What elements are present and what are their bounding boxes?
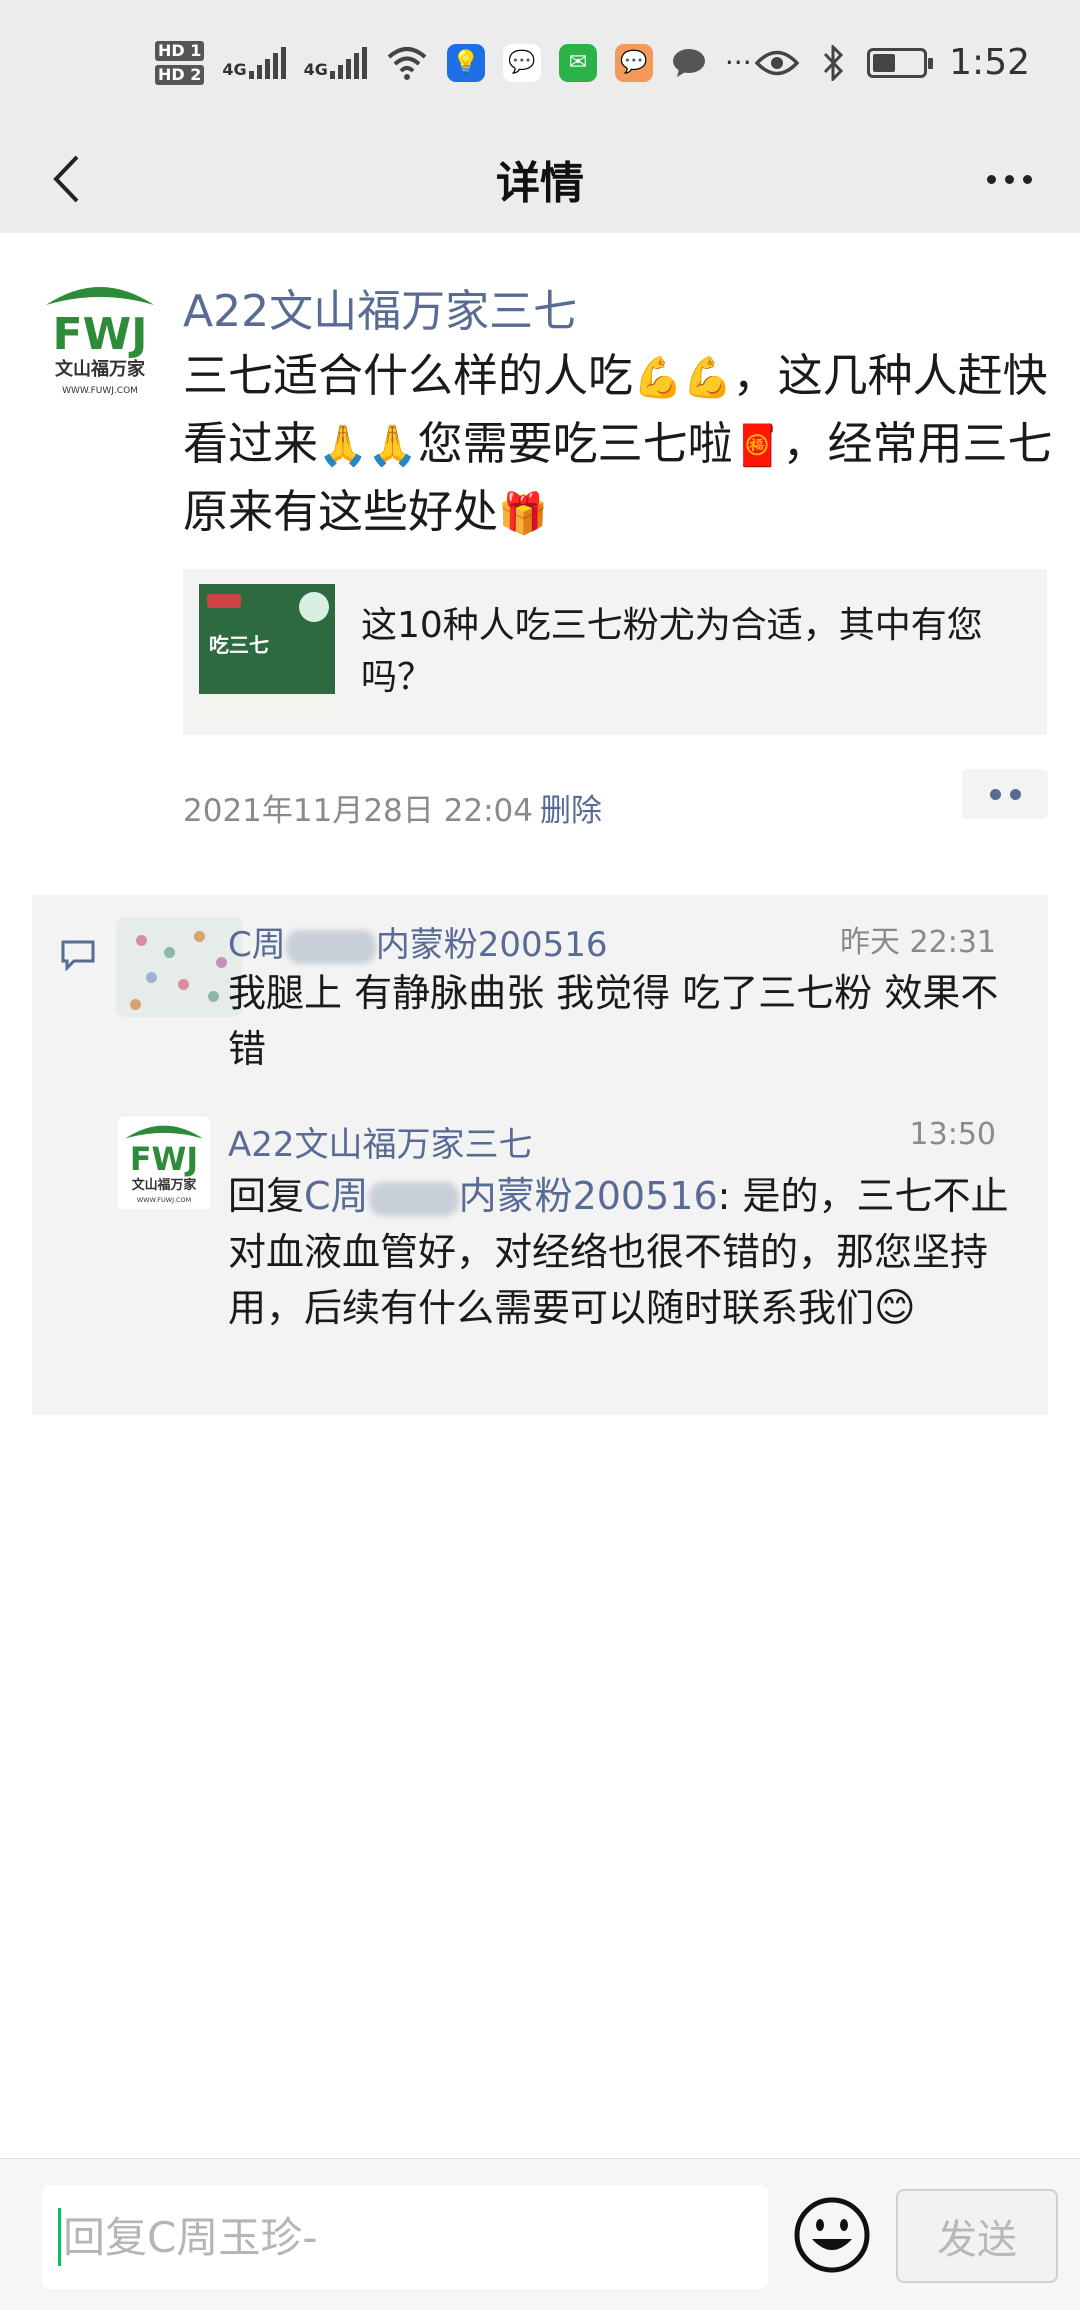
sms-app-icon: 💬 [614, 43, 653, 82]
delete-button[interactable]: 删除 [540, 785, 602, 830]
more-notifications-icon: ··· [724, 46, 752, 79]
svg-text:WWW.FUWJ.COM: WWW.FUWJ.COM [137, 1196, 191, 1204]
status-bar: HD 1 HD 2 4G 4G 💡 💬 ✉ 💬 ··· 1:52 [0, 0, 1080, 125]
eye-icon [755, 50, 800, 75]
emoji-button[interactable] [792, 2195, 872, 2275]
post-content: 三七适合什么样的人吃💪💪，这几种人赶快看过来🙏🙏您需要吃三七啦🧧，经常用三七原来… [183, 343, 1053, 547]
fu-emoji: 🧧 [732, 423, 783, 469]
shared-link-card[interactable]: 吃三七 这10种人吃三七粉尤为合适，其中有您吗？ [183, 569, 1047, 735]
status-right: 1:52 [755, 42, 1030, 83]
wifi-icon [387, 46, 427, 80]
redacted-blur [285, 929, 376, 964]
link-title: 这10种人吃三七粉尤为合适，其中有您吗？ [361, 605, 983, 698]
reply-author-name[interactable]: A22文山福万家三七 [228, 1117, 533, 1166]
reply-time: 13:50 [909, 1117, 996, 1152]
comment-icon [61, 940, 95, 971]
page-title: 详情 [496, 158, 584, 209]
reply-target[interactable]: C周 内蒙粉200516 [304, 1174, 718, 1218]
comment-time: 昨天 22:31 [840, 925, 996, 960]
pray-emoji: 🙏🙏 [318, 423, 418, 469]
svg-text:文山福万家: 文山福万家 [55, 358, 146, 380]
post-text-3: 您需要吃三七啦 [417, 417, 733, 470]
reply-text[interactable]: 回复C周 内蒙粉200516: 是的，三七不止对血液血管好，对经络也很不错的，那您… [228, 1168, 1028, 1336]
send-button[interactable]: 发送 [896, 2189, 1058, 2283]
post-timestamp: 2021年11月28日 22:04 [183, 793, 533, 829]
comment-like-toggle[interactable] [962, 769, 1048, 819]
svg-text:WWW.FUWJ.COM: WWW.FUWJ.COM [62, 386, 138, 396]
status-time: 1:52 [949, 42, 1030, 83]
signal-1-icon: 4G [222, 46, 286, 79]
reply-input-bar: 发送 [0, 2158, 1080, 2310]
chat-app-icon: 💬 [502, 43, 541, 82]
fwj-logo-icon: FWJ 文山福万家 WWW.FUWJ.COM [46, 287, 154, 396]
commenter-avatar[interactable] [116, 917, 242, 1017]
status-left: HD 1 HD 2 4G 4G 💡 💬 ✉ 💬 ··· [155, 39, 752, 87]
message-app-icon: ✉ [558, 43, 597, 82]
signal-2-icon: 4G [304, 46, 367, 79]
text-caret [58, 2208, 61, 2266]
bluetooth-icon [824, 44, 844, 81]
link-thumbnail: 吃三七 [199, 584, 335, 720]
svg-text:FWJ: FWJ [53, 309, 148, 360]
hd1-label: HD 1 [155, 40, 205, 61]
post-author-name[interactable]: A22文山福万家三七 [183, 275, 577, 339]
post-author-avatar[interactable]: FWJ 文山福万家 WWW.FUWJ.COM [36, 275, 164, 403]
post-text-1: 三七适合什么样的人吃 [183, 349, 634, 402]
comment-text[interactable]: 我腿上 有静脉曲张 我觉得 吃了三七粉 效果不错 [228, 965, 1028, 1077]
fwj-logo-icon: FWJ 文山福万家 WWW.FUWJ.COM [125, 1125, 203, 1204]
bubble-icon [672, 48, 705, 77]
svg-text:文山福万家: 文山福万家 [132, 1177, 197, 1193]
reply-author-avatar[interactable]: FWJ 文山福万家 WWW.FUWJ.COM [118, 1117, 210, 1209]
flex-emoji: 💪💪 [633, 355, 733, 401]
smile-emoji: 😊 [874, 1285, 916, 1331]
commenter-name[interactable]: C周 内蒙粉200516 [228, 917, 608, 966]
reply-input[interactable] [63, 2212, 743, 2262]
more-options-button[interactable] [974, 149, 1044, 209]
gift-emoji: 🎁 [498, 491, 548, 537]
battery-icon [867, 47, 934, 78]
redacted-blur [368, 1181, 459, 1216]
reply-input-box[interactable] [42, 2185, 768, 2289]
comments-section: C周 内蒙粉200516 昨天 22:31 我腿上 有静脉曲张 我觉得 吃了三七粉… [32, 895, 1048, 1415]
hd-badge: HD 1 HD 2 [155, 39, 205, 87]
app-notification-icon: 💡 [446, 43, 485, 82]
svg-text:FWJ: FWJ [130, 1142, 198, 1178]
hd2-label: HD 2 [155, 64, 205, 85]
back-button[interactable] [36, 149, 96, 209]
link-thumb-text: 吃三七 [209, 633, 269, 657]
chevron-left-icon [53, 155, 79, 203]
nav-bar: 详情 [0, 125, 1080, 233]
